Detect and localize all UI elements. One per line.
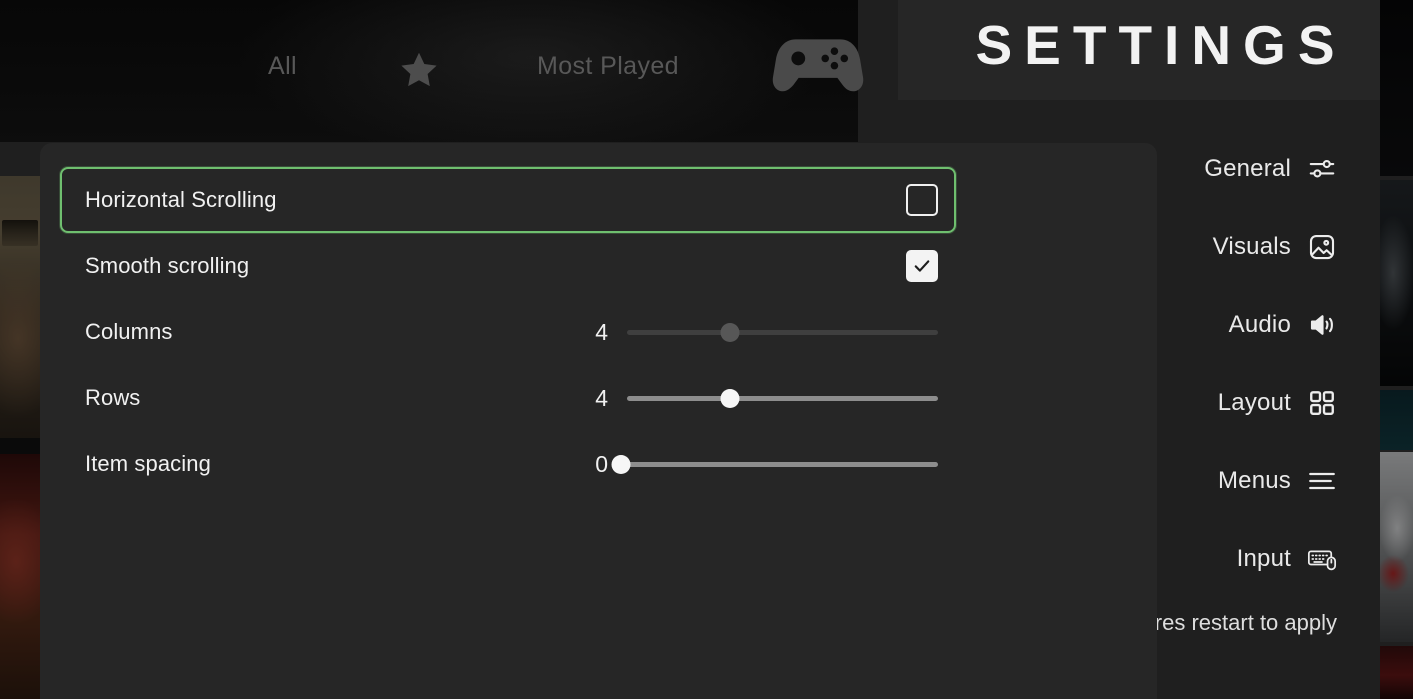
game-art-tile <box>1380 180 1413 386</box>
setting-label: Item spacing <box>85 451 211 476</box>
sliders-icon <box>1307 154 1337 184</box>
setting-row-item-spacing[interactable]: Item spacing 0 <box>60 431 956 497</box>
game-art-tile <box>1380 646 1413 699</box>
checkbox-smooth-scrolling[interactable] <box>906 250 938 282</box>
setting-row-columns[interactable]: Columns 4 <box>60 299 956 365</box>
game-art-tile <box>1380 452 1413 642</box>
setting-row-rows[interactable]: Rows 4 <box>60 365 956 431</box>
checkbox-horizontal-scrolling[interactable] <box>906 184 938 216</box>
setting-label: Smooth scrolling <box>85 253 250 278</box>
keyboard-mouse-icon <box>1307 544 1337 574</box>
game-art-column-right <box>1380 0 1413 699</box>
nav-item-label: Visuals <box>1212 233 1291 260</box>
bg-tab-most-played: Most Played <box>537 52 679 80</box>
settings-list: Horizontal Scrolling Smooth scrolling Co… <box>60 167 956 497</box>
nav-item-label: Layout <box>1217 389 1291 416</box>
nav-item-label: General <box>1204 155 1291 182</box>
columns-value: 4 <box>595 318 608 345</box>
background-topbar: All Most Played <box>0 0 864 142</box>
columns-slider[interactable] <box>627 316 938 348</box>
gamepad-icon <box>772 30 864 100</box>
settings-panel: Horizontal Scrolling Smooth scrolling Co… <box>40 143 1157 699</box>
image-icon <box>1307 232 1337 262</box>
setting-row-horizontal-scrolling[interactable]: Horizontal Scrolling <box>60 167 956 233</box>
item-spacing-slider[interactable] <box>611 448 938 480</box>
slider-thumb[interactable] <box>720 389 740 408</box>
item-spacing-value: 0 <box>595 450 608 477</box>
game-art-tile <box>1380 0 1413 176</box>
slider-track <box>616 462 938 467</box>
bg-tab-all: All <box>268 52 297 80</box>
slider-thumb[interactable] <box>720 323 740 342</box>
slider-thumb[interactable] <box>611 455 631 474</box>
art-divider <box>0 438 40 454</box>
game-art-column-left <box>0 142 40 699</box>
game-art-tile <box>1380 390 1413 450</box>
rows-slider[interactable] <box>627 382 938 414</box>
settings-screen: All Most Played SETTINGS General Visuals… <box>0 0 1413 699</box>
game-art-tile <box>0 454 40 699</box>
nav-item-label: Input <box>1236 545 1291 572</box>
star-icon <box>396 48 442 92</box>
speaker-icon <box>1307 310 1337 340</box>
slider-track <box>627 330 938 335</box>
rows-value: 4 <box>595 384 608 411</box>
nav-item-label: Audio <box>1228 311 1291 338</box>
setting-row-smooth-scrolling[interactable]: Smooth scrolling <box>60 233 956 299</box>
nav-item-label: Menus <box>1217 467 1291 494</box>
page-title: SETTINGS <box>975 14 1347 76</box>
setting-label: Horizontal Scrolling <box>85 187 277 212</box>
grid-icon <box>1307 388 1337 418</box>
game-art-tile <box>0 176 40 438</box>
slider-track <box>627 396 938 401</box>
setting-label: Columns <box>85 319 173 344</box>
menu-lines-icon <box>1307 466 1337 496</box>
setting-label: Rows <box>85 385 141 410</box>
